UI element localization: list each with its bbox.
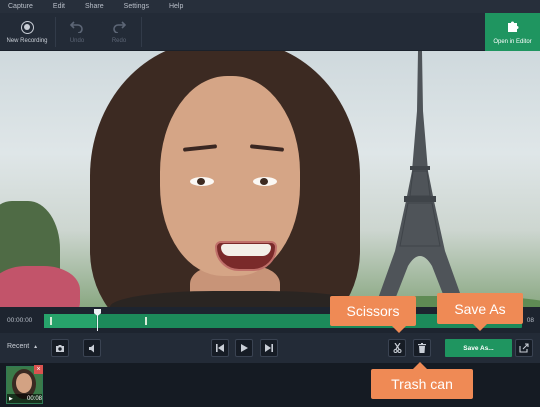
new-recording-button[interactable]: New Recording <box>0 13 54 51</box>
recent-label: Recent <box>7 343 30 350</box>
end-time: 08 <box>526 317 534 324</box>
callout-save-as: Save As <box>437 293 523 331</box>
previous-button[interactable] <box>211 339 229 357</box>
next-button[interactable] <box>260 339 278 357</box>
video-preview <box>0 51 540 307</box>
open-in-editor-label: Open in Editor <box>493 38 532 45</box>
play-icon <box>241 344 248 352</box>
caret-up-icon: ▲ <box>33 344 39 350</box>
segment-marker[interactable] <box>145 317 147 325</box>
skip-back-icon <box>216 344 224 352</box>
skip-forward-icon <box>265 344 273 352</box>
eiffel-tower <box>375 51 465 307</box>
recent-toggle[interactable]: Recent ▲ <box>7 343 38 350</box>
camera-icon <box>56 344 64 352</box>
callout-scissors-label: Scissors <box>346 303 400 319</box>
playback-controls: Recent ▲ Save As... <box>0 333 540 363</box>
right-eye <box>253 177 277 186</box>
redo-button[interactable]: Redo <box>100 13 138 51</box>
scarf <box>0 266 80 307</box>
cut-button[interactable] <box>388 339 406 357</box>
menu-settings[interactable]: Settings <box>124 3 149 10</box>
volume-button[interactable] <box>83 339 101 357</box>
menu-edit[interactable]: Edit <box>53 3 65 10</box>
redo-label: Redo <box>111 38 127 44</box>
playhead[interactable] <box>94 309 101 331</box>
menu-bar: Capture Edit Share Settings Help <box>0 0 540 13</box>
save-as-button[interactable]: Save As... <box>445 339 512 357</box>
toolbar-divider <box>55 17 56 47</box>
menu-share[interactable]: Share <box>85 3 104 10</box>
redo-icon <box>112 20 126 34</box>
trash-icon <box>418 343 426 353</box>
open-in-editor-button[interactable]: Open in Editor <box>485 13 540 51</box>
playhead-line <box>97 315 98 331</box>
menu-help[interactable]: Help <box>169 3 183 10</box>
new-recording-label: New Recording <box>6 38 48 44</box>
thumbnail-info: ▶ 00:08 <box>7 394 42 403</box>
scissors-icon <box>393 343 401 353</box>
share-button[interactable] <box>515 339 533 357</box>
undo-label: Undo <box>69 38 85 44</box>
play-button[interactable] <box>235 339 253 357</box>
menu-capture[interactable]: Capture <box>8 3 33 10</box>
puzzle-icon <box>506 20 519 35</box>
undo-button[interactable]: Undo <box>58 13 96 51</box>
callout-save-as-label: Save As <box>454 300 506 317</box>
toolbar: New Recording Undo Redo Open in Editor <box>0 13 540 51</box>
play-icon: ▶ <box>9 395 13 402</box>
callout-scissors: Scissors <box>330 296 416 333</box>
delete-button[interactable] <box>413 339 431 357</box>
teeth <box>221 244 271 256</box>
left-eye <box>190 177 214 186</box>
close-icon[interactable]: × <box>34 365 43 374</box>
recording-duration: 00:08 <box>26 395 42 402</box>
callout-trash-can: Trash can <box>371 362 473 399</box>
thumbnail-face <box>16 373 32 393</box>
segment-marker[interactable] <box>50 317 52 325</box>
record-icon <box>20 20 34 34</box>
speaker-icon <box>88 344 94 352</box>
callout-trash-can-label: Trash can <box>391 376 453 392</box>
undo-icon <box>70 20 84 34</box>
toolbar-divider <box>141 17 142 47</box>
share-icon <box>519 343 529 353</box>
current-time: 00:00:00 <box>7 317 33 324</box>
snapshot-button[interactable] <box>51 339 69 357</box>
